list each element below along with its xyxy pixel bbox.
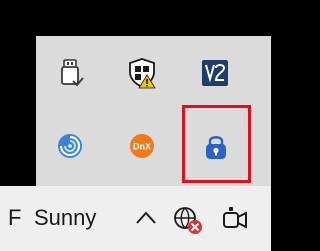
chevron-up-icon[interactable] bbox=[133, 207, 159, 229]
network-disconnected-icon[interactable] bbox=[170, 203, 206, 237]
usb-drive-icon[interactable] bbox=[53, 56, 87, 90]
weather-temperature-fragment[interactable]: F bbox=[8, 204, 21, 232]
sync-swirl-icon[interactable] bbox=[53, 129, 87, 163]
highlight-box bbox=[182, 105, 251, 183]
dnx-app-label: DnX bbox=[133, 142, 151, 152]
windows-security-icon[interactable] bbox=[125, 56, 159, 90]
dnx-app-icon[interactable]: DnX bbox=[125, 129, 159, 163]
veracrypt-icon[interactable] bbox=[198, 56, 232, 90]
weather-condition[interactable]: Sunny bbox=[34, 204, 96, 232]
camera-in-use-icon[interactable] bbox=[218, 203, 252, 237]
